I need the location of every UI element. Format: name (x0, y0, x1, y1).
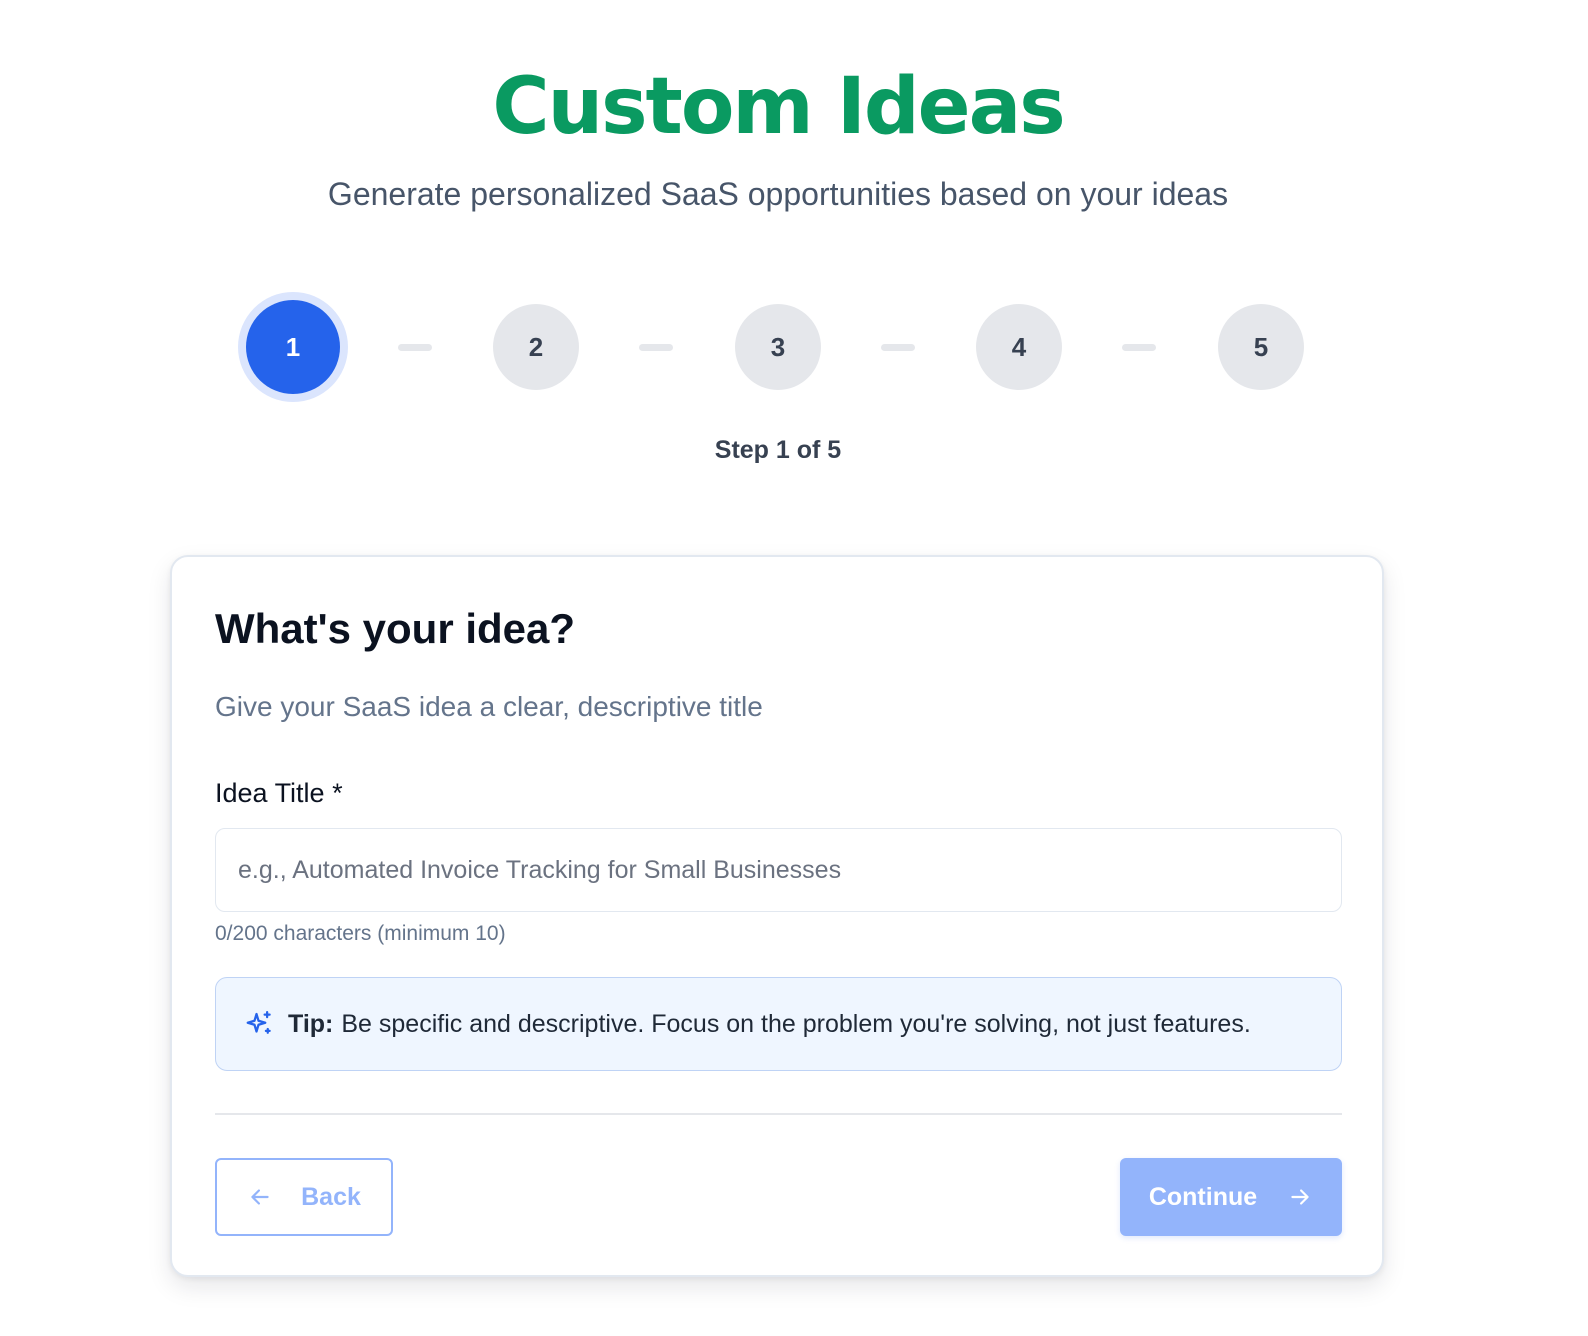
step-connector (639, 344, 673, 351)
page: Custom Ideas Generate personalized SaaS … (0, 0, 1588, 1336)
idea-title-label-text: Idea Title (215, 778, 325, 808)
page-subtitle: Generate personalized SaaS opportunities… (327, 176, 1229, 212)
tip-text: Be specific and descriptive. Focus on th… (341, 1009, 1251, 1038)
idea-form-card: What's your idea? Give your SaaS idea a … (170, 555, 1384, 1277)
arrow-right-icon (1287, 1184, 1313, 1210)
tip-label: Tip: (288, 1009, 334, 1038)
step-connector (1122, 344, 1156, 351)
step-progress-label: Step 1 of 5 (714, 436, 842, 464)
character-count: 0/200 characters (minimum 10) (215, 922, 506, 945)
idea-title-input[interactable] (215, 828, 1342, 912)
tip-box: Tip: Be specific and descriptive. Focus … (215, 977, 1342, 1071)
card-description: Give your SaaS idea a clear, descriptive… (215, 691, 763, 722)
arrow-left-icon (247, 1184, 273, 1210)
step-2[interactable]: 2 (493, 304, 579, 390)
step-1[interactable]: 1 (246, 300, 340, 394)
back-button-label: Back (301, 1182, 361, 1211)
continue-button[interactable]: Continue (1120, 1158, 1342, 1236)
step-3[interactable]: 3 (735, 304, 821, 390)
required-mark: * (332, 778, 343, 808)
step-5[interactable]: 5 (1218, 304, 1304, 390)
step-connector (881, 344, 915, 351)
stepper: 1 2 3 4 5 (0, 296, 1588, 406)
page-title: Custom Ideas (492, 62, 1065, 152)
back-button[interactable]: Back (215, 1158, 393, 1236)
idea-title-label: Idea Title * (215, 773, 343, 813)
continue-button-label: Continue (1148, 1182, 1258, 1211)
card-heading: What's your idea? (215, 605, 576, 652)
divider (215, 1113, 1342, 1115)
step-connector (398, 344, 432, 351)
step-4[interactable]: 4 (976, 304, 1062, 390)
sparkles-icon (244, 1009, 274, 1039)
